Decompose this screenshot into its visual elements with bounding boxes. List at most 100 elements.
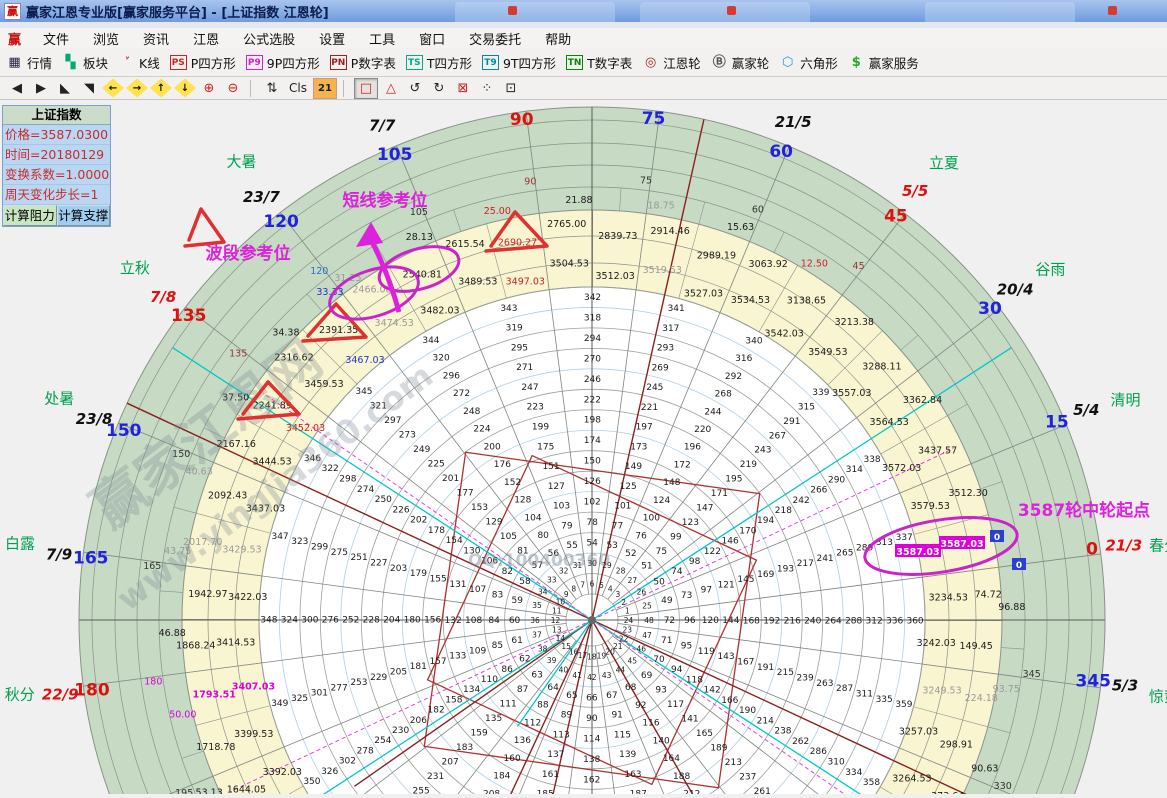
svg-text:1793.51: 1793.51 xyxy=(193,689,236,700)
toolbar-P数字表[interactable]: PNP数字表 xyxy=(330,53,396,72)
svg-text:92: 92 xyxy=(635,701,646,711)
toolbar-9T四方形[interactable]: T99T四方形 xyxy=(482,53,556,72)
svg-text:310: 310 xyxy=(828,757,845,767)
svg-text:36: 36 xyxy=(530,616,540,625)
nav-prev-icon[interactable]: ◣ xyxy=(54,79,76,98)
toolbar-P四方形[interactable]: PSP四方形 xyxy=(170,53,236,72)
menu-工具[interactable]: 工具 xyxy=(357,28,407,49)
toolbar-行情[interactable]: ▦行情 xyxy=(6,53,52,72)
menu-资讯[interactable]: 资讯 xyxy=(131,28,181,49)
svg-text:79: 79 xyxy=(561,521,573,531)
percent-label: 90.63 xyxy=(971,764,998,775)
menu-公式选股[interactable]: 公式选股 xyxy=(231,28,307,49)
crosshair-icon[interactable]: ⁘ xyxy=(476,79,498,98)
angle-label: 75 xyxy=(642,109,666,129)
svg-text:1868.24: 1868.24 xyxy=(176,640,215,651)
svg-text:274: 274 xyxy=(357,485,374,495)
svg-text:302: 302 xyxy=(339,757,356,767)
svg-text:122: 122 xyxy=(704,547,721,557)
pan-right-icon[interactable]: → xyxy=(126,79,148,98)
toolbar-赢家轮[interactable]: Ⓑ赢家轮 xyxy=(711,53,770,72)
svg-text:208: 208 xyxy=(483,789,500,794)
toolbar-板块[interactable]: ▚板块 xyxy=(62,53,108,72)
angle-ring-label: 330 xyxy=(994,781,1012,792)
zoom-in-icon[interactable]: ⊕ xyxy=(198,79,220,98)
date-label: 20/4 xyxy=(997,280,1034,298)
svg-text:212: 212 xyxy=(683,790,700,794)
updown-icon[interactable]: ⇅ xyxy=(261,79,283,98)
toolbar-T数字表[interactable]: TNT数字表 xyxy=(566,53,632,72)
menu-窗口[interactable]: 窗口 xyxy=(407,28,457,49)
highlight-cell-value: 3587.03 xyxy=(940,539,983,550)
svg-text:287: 287 xyxy=(836,684,853,694)
svg-text:137: 137 xyxy=(547,750,564,760)
rotate-ccw-icon[interactable]: ↺ xyxy=(404,79,426,98)
angle-label: 180 xyxy=(74,680,110,700)
toolbar-六角形[interactable]: ⬡六角形 xyxy=(779,53,838,72)
svg-text:203: 203 xyxy=(390,564,407,574)
svg-text:197: 197 xyxy=(636,423,653,433)
svg-text:72: 72 xyxy=(664,616,675,626)
menu-帮助[interactable]: 帮助 xyxy=(533,28,583,49)
menu-浏览[interactable]: 浏览 xyxy=(81,28,131,49)
svg-text:344: 344 xyxy=(422,336,439,346)
toolbar-9P四方形[interactable]: P99P四方形 xyxy=(246,53,320,72)
nav-first-icon[interactable]: ◀ xyxy=(6,79,28,98)
hexagon-icon: ⬡ xyxy=(779,55,796,70)
svg-text:78: 78 xyxy=(586,518,598,528)
svg-text:253: 253 xyxy=(350,678,367,688)
rect-tool-icon[interactable]: □ xyxy=(354,78,378,99)
menu-设置[interactable]: 设置 xyxy=(307,28,357,49)
cls-button[interactable]: Cls xyxy=(285,79,311,98)
svg-text:182: 182 xyxy=(428,706,445,716)
svg-text:314: 314 xyxy=(846,465,863,475)
pan-left-icon[interactable]: ← xyxy=(102,79,124,98)
background-tab-icon xyxy=(508,6,517,15)
pan-up-icon[interactable]: ↑ xyxy=(150,79,172,98)
menu-文件[interactable]: 文件 xyxy=(31,28,81,49)
zoom-out-icon[interactable]: ⊖ xyxy=(222,79,244,98)
toolbar-赢家服务[interactable]: $赢家服务 xyxy=(848,53,919,72)
toolbar-K线[interactable]: ꜘꜘK线 xyxy=(118,53,160,72)
menu-江恩[interactable]: 江恩 xyxy=(181,28,231,49)
svg-text:168: 168 xyxy=(743,616,760,626)
svg-text:3414.53: 3414.53 xyxy=(216,638,255,649)
svg-text:3467.03: 3467.03 xyxy=(345,355,384,366)
menu-交易委托[interactable]: 交易委托 xyxy=(457,28,533,49)
svg-text:271: 271 xyxy=(516,363,533,373)
svg-text:3564.53: 3564.53 xyxy=(870,417,909,428)
svg-text:349: 349 xyxy=(271,699,288,709)
pan-down-icon[interactable]: ↓ xyxy=(174,79,196,98)
rotate-cw-icon[interactable]: ↻ xyxy=(428,79,450,98)
box-x-icon[interactable]: ⊠ xyxy=(452,79,474,98)
nav-next-icon[interactable]: ◥ xyxy=(78,79,100,98)
tn-icon: TN xyxy=(566,55,583,70)
nav-last-icon[interactable]: ▶ xyxy=(30,79,52,98)
svg-text:275: 275 xyxy=(331,548,348,558)
screen-icon[interactable]: ⊡ xyxy=(500,79,522,98)
svg-text:51: 51 xyxy=(641,561,652,571)
svg-text:198: 198 xyxy=(584,416,601,426)
percent-label: 96.88 xyxy=(998,602,1025,613)
toolbar-江恩轮[interactable]: ◎江恩轮 xyxy=(642,53,701,72)
svg-text:247: 247 xyxy=(521,383,538,393)
triangle-tool-icon[interactable]: △ xyxy=(380,79,402,98)
svg-text:10: 10 xyxy=(556,598,566,607)
svg-text:180: 180 xyxy=(404,616,421,626)
svg-text:359: 359 xyxy=(895,700,912,710)
percent-label: 15.63 xyxy=(727,222,754,233)
svg-text:11: 11 xyxy=(552,606,562,615)
svg-text:178: 178 xyxy=(428,526,445,536)
svg-text:42: 42 xyxy=(587,673,597,682)
calendar-icon[interactable]: 21 xyxy=(313,78,337,99)
svg-text:115: 115 xyxy=(614,730,631,740)
svg-text:295: 295 xyxy=(511,343,528,353)
calc-resistance-button[interactable]: 计算阻力 xyxy=(3,205,57,226)
app-icon: 赢 xyxy=(4,3,21,20)
angle-ring-label: 195 xyxy=(175,788,193,794)
toolbar-T四方形[interactable]: TST四方形 xyxy=(406,53,472,72)
calc-support-button[interactable]: 计算支撑 xyxy=(57,205,111,226)
svg-text:99: 99 xyxy=(670,532,682,542)
svg-text:141: 141 xyxy=(681,714,698,724)
svg-text:3234.53: 3234.53 xyxy=(929,592,968,603)
